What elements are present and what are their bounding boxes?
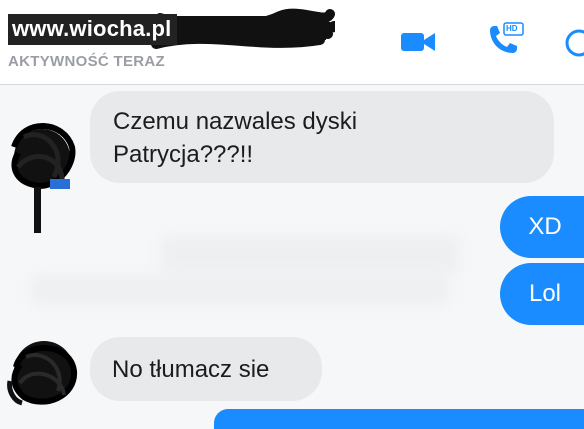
chat-header: www.wiocha.pl AKTYWNOŚĆ TERAZ HD xyxy=(0,0,584,85)
message-bubble-outgoing[interactable]: Lol xyxy=(500,263,584,325)
avatar[interactable] xyxy=(4,331,86,411)
avatar[interactable] xyxy=(4,107,82,237)
message-bubble-incoming[interactable]: Czemu nazwales dyski Patrycja???!! xyxy=(90,91,554,183)
redacted-contact-name xyxy=(150,8,335,49)
video-camera-icon[interactable] xyxy=(400,30,436,54)
message-text: Czemu nazwales dyski xyxy=(113,108,358,135)
message-bubble-outgoing-partial[interactable] xyxy=(214,409,584,429)
background-blur xyxy=(160,235,460,275)
hd-badge: HD xyxy=(506,24,518,33)
message-text: Patrycja???!! xyxy=(113,141,254,168)
message-text: XD xyxy=(528,213,562,240)
active-status: AKTYWNOŚĆ TERAZ xyxy=(8,53,165,70)
message-text: Lol xyxy=(528,280,562,307)
background-blur xyxy=(30,275,450,305)
message-text: No tłumacz sie xyxy=(112,356,270,383)
watermark: www.wiocha.pl xyxy=(8,14,178,45)
phone-hd-icon[interactable]: HD xyxy=(484,22,524,58)
info-circle-icon[interactable] xyxy=(564,28,584,58)
message-bubble-incoming[interactable]: No tłumacz sie xyxy=(90,337,322,401)
message-bubble-outgoing[interactable]: XD xyxy=(500,196,584,258)
conversation: Czemu nazwales dyski Patrycja???!! XD Lo… xyxy=(0,85,584,429)
